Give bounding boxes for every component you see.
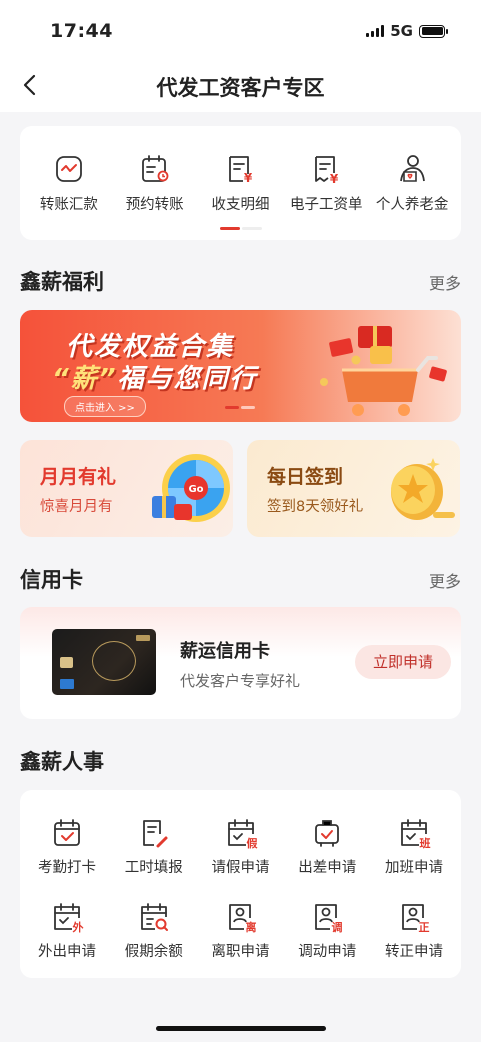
welfare-more-link[interactable]: 更多 [429, 270, 461, 294]
signal-icon [366, 25, 385, 37]
gift-cart-illustration [320, 326, 447, 416]
outing-icon: 外 [54, 903, 84, 934]
status-indicators: 5G [366, 22, 448, 40]
page-indicator [220, 227, 262, 230]
leave-icon: 假 [227, 819, 258, 850]
quick-item-pension[interactable]: 个人养老金 [369, 152, 455, 214]
business-trip-icon [315, 820, 340, 847]
page-title: 代发工资客户专区 [156, 76, 325, 100]
leave-balance-icon [140, 903, 168, 931]
attendance-icon [54, 819, 80, 846]
welfare-banner[interactable]: 代发权益合集 “薪”福与您同行 点击进入 >> [20, 310, 461, 422]
hr-item-label: 考勤打卡 [38, 860, 96, 876]
promo-title: 月月有礼 [40, 466, 117, 488]
quick-item-payslip[interactable]: ¥ 电子工资单 [283, 152, 369, 214]
network-label: 5G [390, 22, 413, 40]
resignation-icon: 离 [228, 904, 256, 934]
hr-item-label: 请假申请 [211, 860, 270, 876]
svg-text:调: 调 [332, 920, 343, 934]
transfer-post-icon: 调 [315, 904, 343, 934]
hr-item-attendance[interactable]: 考勤打卡 [24, 816, 110, 877]
credit-more-link[interactable]: 更多 [429, 568, 461, 592]
promo-monthly-gift[interactable]: 月月有礼 惊喜月月有 Go [20, 440, 233, 537]
quick-item-label: 电子工资单 [290, 197, 363, 213]
hr-item-leave[interactable]: 假 请假申请 [198, 816, 284, 877]
svg-text:¥: ¥ [330, 172, 339, 186]
transfer-icon [55, 156, 82, 182]
scheduled-transfer-icon [141, 155, 169, 182]
timesheet-icon [142, 820, 168, 848]
promo-title: 每日签到 [267, 466, 344, 488]
promo-subtitle: 签到8天领好礼 [267, 499, 364, 515]
hr-item-label: 工时填报 [124, 860, 183, 876]
hr-item-timesheet[interactable]: 工时填报 [111, 816, 197, 877]
svg-text:外: 外 [72, 920, 84, 934]
hr-item-leave-balance[interactable]: 假期余额 [111, 900, 197, 961]
credit-card-offer[interactable]: 薪运信用卡 代发客户专享好礼 立即申请 [20, 607, 461, 719]
credit-card-image [52, 629, 156, 695]
regularization-icon: 正 [402, 904, 430, 934]
banner-enter-button[interactable]: 点击进入 >> [64, 396, 146, 417]
section-title-hr: 鑫薪人事 [20, 750, 104, 774]
hr-item-label: 外出申请 [38, 944, 96, 960]
section-title-credit: 信用卡 [20, 568, 83, 592]
quick-item-label: 预约转账 [125, 197, 184, 213]
quick-item-label: 收支明细 [211, 197, 270, 213]
home-indicator[interactable] [156, 1026, 326, 1031]
credit-card-description: 代发客户专享好礼 [180, 672, 301, 690]
nav-bar: 代发工资客户专区 [0, 60, 481, 112]
hr-item-business-trip[interactable]: 出差申请 [284, 816, 370, 877]
payslip-icon: ¥ [315, 156, 339, 186]
svg-text:假: 假 [246, 836, 258, 850]
quick-item-scheduled-transfer[interactable]: 预约转账 [112, 152, 198, 214]
status-time: 17:44 [50, 20, 113, 42]
promo-subtitle: 惊喜月月有 [40, 499, 113, 515]
banner-line-2: “薪”福与您同行 [52, 364, 258, 394]
hr-item-label: 加班申请 [385, 860, 443, 876]
hr-item-label: 转正申请 [385, 944, 443, 960]
section-title-welfare: 鑫薪福利 [20, 270, 104, 294]
apply-now-button[interactable]: 立即申请 [355, 645, 451, 679]
statement-icon: ¥ [229, 156, 253, 185]
hr-item-label: 调动申请 [298, 944, 357, 960]
overtime-icon: 班 [401, 819, 431, 850]
hr-item-outing[interactable]: 外 外出申请 [24, 900, 110, 961]
credit-card-name: 薪运信用卡 [180, 641, 270, 662]
quick-item-label: 个人养老金 [375, 197, 449, 213]
status-bar: 17:44 5G [0, 0, 481, 60]
svg-text:正: 正 [419, 921, 430, 934]
svg-text:Go: Go [188, 484, 203, 495]
hr-item-label: 离职申请 [211, 944, 270, 960]
promo-daily-checkin[interactable]: 每日签到 签到8天领好礼 [247, 440, 460, 537]
hr-menu-card: 考勤打卡 工时填报 假 请假申请 出差申请 班 加班申请 外 外出申请 假期余额… [20, 790, 461, 978]
svg-text:班: 班 [420, 836, 431, 850]
hr-item-label: 出差申请 [298, 860, 357, 876]
quick-item-label: 转账汇款 [39, 197, 98, 213]
svg-text:离: 离 [245, 920, 256, 934]
gold-coin-illustration [391, 458, 455, 520]
quick-menu-card: 转账汇款 预约转账 ¥ 收支明细 ¥ 电子工资单 个人养老金 [20, 126, 461, 240]
quick-item-transfer[interactable]: 转账汇款 [26, 152, 112, 214]
pension-icon [400, 155, 425, 182]
battery-icon [419, 24, 448, 38]
prize-wheel-illustration: Go [152, 454, 230, 522]
hr-item-overtime[interactable]: 班 加班申请 [371, 816, 457, 877]
hr-item-resignation[interactable]: 离 离职申请 [198, 900, 284, 961]
svg-text:¥: ¥ [244, 171, 253, 185]
quick-item-statement[interactable]: ¥ 收支明细 [198, 152, 284, 214]
banner-page-indicator [225, 406, 255, 409]
hr-item-regularization[interactable]: 正 转正申请 [371, 900, 457, 961]
hr-item-transfer-post[interactable]: 调 调动申请 [284, 900, 370, 961]
hr-item-label: 假期余额 [124, 944, 183, 960]
